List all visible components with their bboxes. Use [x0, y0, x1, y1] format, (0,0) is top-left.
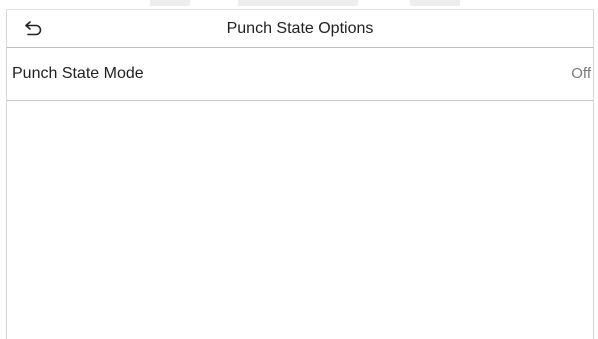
page-title: Punch State Options	[226, 20, 374, 37]
top-edge	[0, 0, 598, 9]
scan-smudge	[150, 0, 190, 6]
setting-value: Off	[571, 65, 591, 82]
content-area	[7, 101, 593, 339]
setting-row-punch-state-mode[interactable]: Punch State Mode Off	[7, 48, 593, 101]
scan-smudge	[410, 0, 460, 6]
title-bar: Punch State Options	[7, 10, 593, 48]
device-screen: Punch State Options Punch State Mode Off	[6, 9, 594, 339]
scan-smudge	[238, 0, 358, 6]
setting-label: Punch State Mode	[12, 65, 144, 82]
